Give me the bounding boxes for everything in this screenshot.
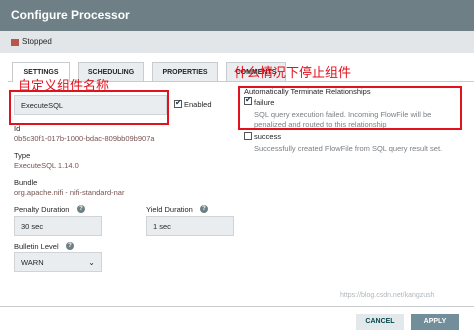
bulletin-level-value: WARN <box>21 258 44 267</box>
tab-properties[interactable]: PROPERTIES <box>152 62 218 81</box>
yield-duration-input[interactable]: 1 sec <box>146 216 234 236</box>
enabled-label: Enabled <box>184 100 212 109</box>
id-value: 0b5c30f1-017b-1000-bdac-809bb09b907a <box>14 134 155 143</box>
success-description: Successfully created FlowFile from SQL q… <box>254 144 443 153</box>
enabled-checkbox[interactable] <box>174 98 182 108</box>
stopped-icon <box>11 39 19 46</box>
bundle-value: org.apache.nifi - nifi-standard-nar <box>14 188 125 197</box>
yield-duration-label: Yield Duration <box>146 205 193 214</box>
chevron-down-icon: ⌄ <box>88 258 95 267</box>
watermark: https://blog.csdn.net/kangzush <box>340 292 435 299</box>
status-bar: Stopped <box>0 31 474 53</box>
dialog-title: Configure Processor <box>11 8 130 22</box>
penalty-duration-label: Penalty Duration <box>14 205 70 214</box>
name-highlight-box <box>9 90 169 125</box>
type-label: Type <box>14 151 31 160</box>
dialog-titlebar: Configure Processor <box>0 0 474 31</box>
penalty-help-icon[interactable]: ? <box>77 205 85 213</box>
penalty-duration-input[interactable]: 30 sec <box>14 216 102 236</box>
cancel-button[interactable]: CANCEL <box>356 314 404 330</box>
relationships-highlight-box <box>238 86 462 130</box>
bulletin-help-icon[interactable]: ? <box>66 242 74 250</box>
dialog-footer: CANCEL APPLY <box>0 306 474 333</box>
type-value: ExecuteSQL 1.14.0 <box>14 161 79 170</box>
bulletin-level-select[interactable]: WARN ⌄ <box>14 252 102 272</box>
bundle-label: Bundle <box>14 178 38 187</box>
name-annotation: 自定义组件名称 <box>18 78 110 93</box>
yield-help-icon[interactable]: ? <box>200 205 208 213</box>
apply-button[interactable]: APPLY <box>411 314 459 330</box>
configure-processor-dialog: Configure Processor Stopped SETTINGS SCH… <box>0 0 474 333</box>
id-label: Id <box>14 124 21 133</box>
success-checkbox[interactable] <box>244 132 252 140</box>
success-label: success <box>254 132 282 141</box>
bulletin-level-label: Bulletin Level <box>14 242 59 251</box>
terminate-annotation: 什么情况下停止组件 <box>234 65 352 80</box>
status-text: Stopped <box>22 37 52 46</box>
